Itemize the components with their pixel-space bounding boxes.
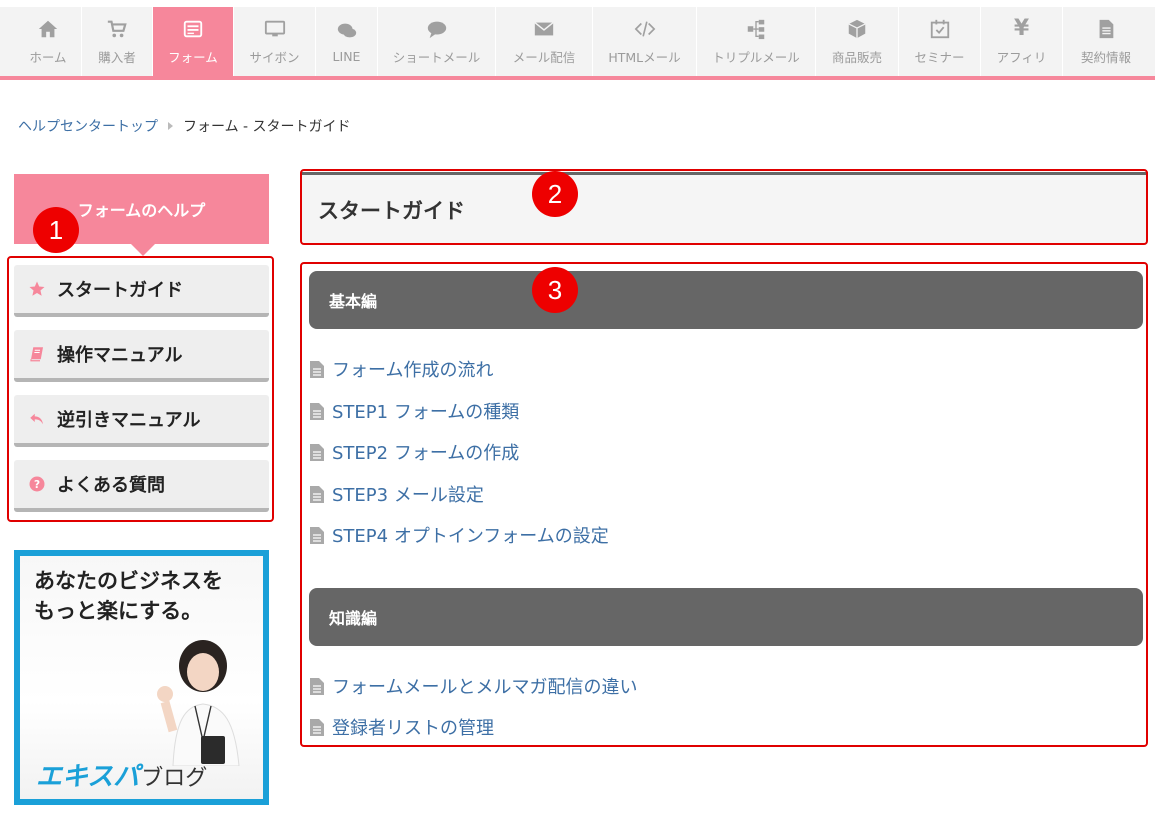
nav-label: セミナー bbox=[914, 49, 965, 65]
nav-item-contract-info[interactable]: 契約情報 bbox=[1063, 7, 1149, 76]
document-icon bbox=[1095, 18, 1117, 40]
line-chat-icon bbox=[336, 20, 358, 42]
nav-label: 購入者 bbox=[98, 49, 136, 65]
banner-text: あなたのビジネスを もっと楽にする。 bbox=[34, 566, 223, 626]
nav-item-affiliate[interactable]: ¥ アフィリ bbox=[981, 7, 1063, 76]
annotation-box-2 bbox=[300, 169, 1148, 245]
nav-item-short-mail[interactable]: ショートメール bbox=[378, 7, 496, 76]
nav-label: LINE bbox=[332, 48, 361, 64]
code-icon bbox=[634, 18, 656, 40]
nav-item-home[interactable]: ホーム bbox=[15, 7, 82, 76]
nav-label: フォーム bbox=[168, 49, 218, 65]
annotation-badge-1: 1 bbox=[33, 207, 79, 253]
breadcrumb-separator-icon bbox=[168, 122, 173, 130]
banner-logo-sub: ブログ bbox=[141, 766, 208, 791]
calendar-check-icon bbox=[929, 18, 951, 40]
nav-item-buyers[interactable]: 購入者 bbox=[82, 7, 153, 76]
nav-label: サイボン bbox=[249, 49, 300, 65]
nav-label: メール配信 bbox=[512, 49, 576, 65]
banner-line-2: もっと楽にする。 bbox=[34, 599, 203, 623]
nav-item-mail-delivery[interactable]: メール配信 bbox=[496, 7, 593, 76]
breadcrumb-home-link[interactable]: ヘルプセンタートップ bbox=[18, 116, 158, 136]
top-navigation: ホーム 購入者 フォーム サイボン LINE ショートメール メール配信 HTM… bbox=[0, 7, 1155, 80]
yen-icon: ¥ bbox=[1013, 16, 1030, 41]
cart-icon bbox=[106, 18, 128, 40]
annotation-box-3 bbox=[300, 262, 1148, 747]
nav-item-product-sales[interactable]: 商品販売 bbox=[816, 7, 899, 76]
expa-blog-banner[interactable]: あなたのビジネスを もっと楽にする。 エキスパ ブログ bbox=[14, 550, 269, 805]
annotation-badge-3: 3 bbox=[532, 267, 578, 313]
nav-item-line[interactable]: LINE bbox=[316, 7, 378, 76]
banner-line-1: あなたのビジネスを bbox=[34, 569, 223, 593]
annotation-badge-2: 2 bbox=[532, 171, 578, 217]
nav-label: 商品販売 bbox=[831, 49, 882, 65]
nav-item-triple-mail[interactable]: トリプルメール bbox=[697, 7, 816, 76]
banner-person-illustration bbox=[157, 640, 240, 766]
nav-item-html-mail[interactable]: HTMLメール bbox=[593, 7, 697, 76]
nav-label: HTMLメール bbox=[608, 49, 681, 65]
banner-logo: エキスパ ブログ bbox=[36, 756, 207, 793]
hierarchy-icon bbox=[745, 18, 767, 40]
nav-item-saibon[interactable]: サイボン bbox=[234, 7, 316, 76]
envelope-icon bbox=[533, 18, 555, 40]
nav-item-seminar[interactable]: セミナー bbox=[899, 7, 981, 76]
nav-label: ホーム bbox=[29, 49, 67, 65]
nav-label: アフィリ bbox=[996, 49, 1047, 65]
nav-label: ショートメール bbox=[392, 49, 481, 65]
breadcrumb-current: フォーム - スタートガイド bbox=[183, 119, 351, 135]
banner-logo-main: エキスパ bbox=[36, 762, 140, 792]
annotation-box-1 bbox=[7, 256, 274, 522]
nav-label: 契約情報 bbox=[1080, 49, 1131, 65]
box-icon bbox=[846, 18, 868, 40]
nav-label: トリプルメール bbox=[712, 49, 800, 65]
form-icon bbox=[182, 18, 204, 40]
nav-item-form[interactable]: フォーム bbox=[153, 7, 234, 76]
monitor-icon bbox=[264, 18, 286, 40]
breadcrumb: ヘルプセンタートップ フォーム - スタートガイド bbox=[18, 116, 351, 136]
home-icon bbox=[37, 18, 59, 40]
speech-bubble-icon bbox=[426, 18, 448, 40]
